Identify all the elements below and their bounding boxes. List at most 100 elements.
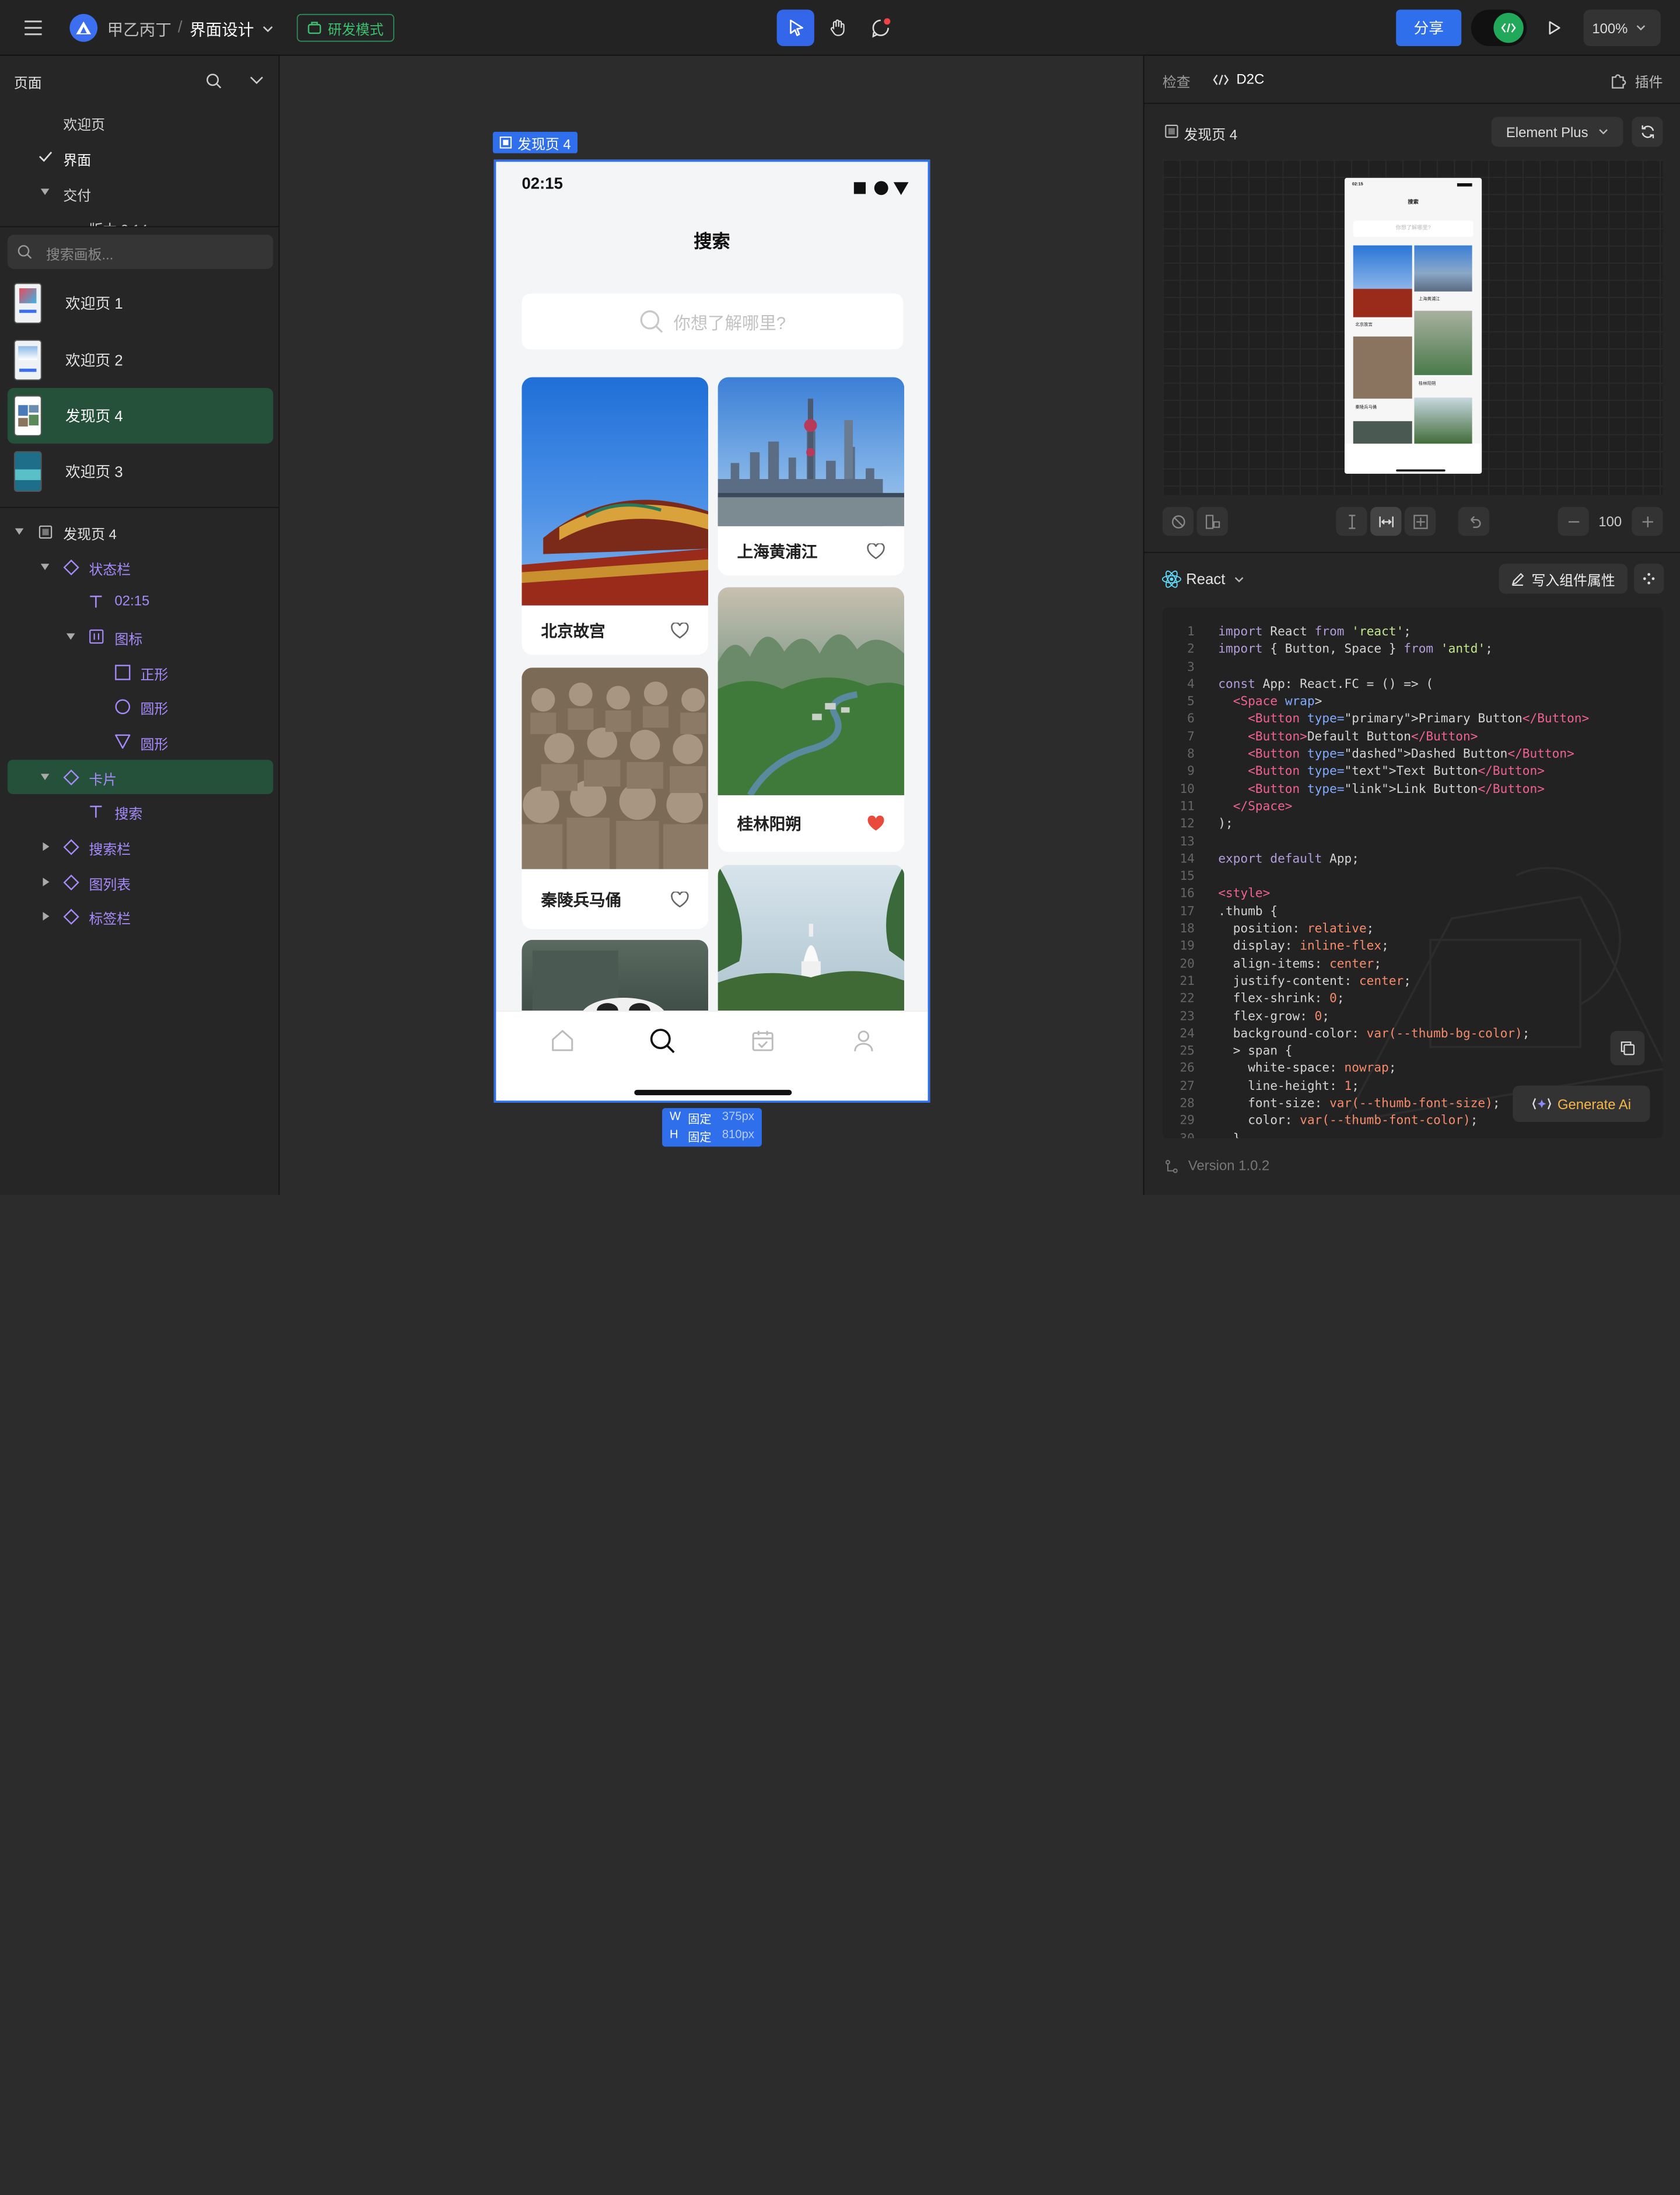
layer-row-discover-4[interactable]: 发现页 4: [0, 515, 279, 547]
breadcrumb-separator: /: [177, 18, 183, 37]
d2c-toggle[interactable]: [1471, 9, 1527, 46]
plugin-label[interactable]: 插件: [1635, 71, 1663, 91]
more-button[interactable]: [1633, 564, 1664, 594]
layer-row-image-list[interactable]: 图列表: [0, 866, 279, 898]
place-card[interactable]: 上海黄浦江: [718, 377, 905, 576]
dev-mode-button[interactable]: 研发模式: [296, 13, 394, 42]
place-card[interactable]: 桂林阳朔: [718, 587, 905, 852]
home-icon[interactable]: [548, 1027, 576, 1055]
preview-canvas[interactable]: 02:15 搜索 你想了解哪里? 北京故宫 上海黄浦江 秦陵兵马俑 桂林阳朔: [1162, 159, 1663, 495]
page-item-interface[interactable]: 界面: [63, 149, 91, 169]
dots-icon: [1643, 572, 1656, 585]
frame-label-tag[interactable]: 发现页 4: [492, 131, 578, 153]
mini-time: 02:15: [1352, 181, 1363, 187]
code-editor[interactable]: 1 import React from 'react'; 2 import { But…: [1162, 607, 1663, 1138]
caret-right-icon[interactable]: [40, 876, 52, 889]
refresh-button[interactable]: [1632, 117, 1663, 147]
board-item-welcome-3[interactable]: 欢迎页 3: [8, 443, 274, 499]
board-search-placeholder: 搜索画板...: [46, 246, 114, 263]
page-item-welcome[interactable]: 欢迎页: [63, 114, 105, 134]
text-cursor-button[interactable]: [1336, 506, 1367, 536]
layer-row-card[interactable]: 卡片: [7, 760, 274, 794]
phone-frame[interactable]: 02:15 搜索 你想了解哪里? 北京故宫 上海黄浦江 秦陵兵马俑 桂林阳朔: [494, 159, 930, 1103]
place-photo: [522, 377, 709, 606]
component-icon: [62, 908, 79, 925]
hand-tool-icon[interactable]: [823, 13, 853, 43]
zoom-in-button[interactable]: [1632, 506, 1663, 536]
caret-down-icon[interactable]: [38, 561, 51, 574]
place-card[interactable]: [718, 865, 905, 1026]
layer-row-triangle[interactable]: 圆形: [0, 725, 279, 757]
layer-row-search-text[interactable]: 搜索: [0, 795, 279, 827]
undo-button[interactable]: [1458, 506, 1490, 536]
caret-down-icon[interactable]: [64, 630, 77, 643]
team-name[interactable]: 甲乙丙丁: [107, 18, 172, 41]
project-name[interactable]: 界面设计: [190, 18, 254, 41]
fit-width-button[interactable]: [1370, 506, 1402, 536]
place-card[interactable]: 秦陵兵马俑: [522, 667, 709, 929]
layer-row-icons[interactable]: 图标: [0, 620, 279, 652]
caret-right-icon[interactable]: [40, 910, 52, 922]
center-button[interactable]: [1404, 506, 1436, 536]
caret-down-icon[interactable]: [38, 771, 51, 784]
chevron-down-icon[interactable]: [260, 22, 275, 37]
chevron-down-icon[interactable]: [1232, 574, 1245, 586]
board-item-welcome-1[interactable]: 欢迎页 1: [8, 275, 274, 331]
preview-zoom-value[interactable]: 100: [1598, 513, 1622, 530]
cursor-tool-icon[interactable]: [776, 9, 814, 46]
mini-status-icons: [1457, 183, 1472, 187]
zoom-select[interactable]: 100%: [1583, 9, 1661, 46]
calendar-icon[interactable]: [749, 1027, 777, 1055]
tab-d2c[interactable]: D2C: [1237, 71, 1265, 87]
play-icon[interactable]: [1539, 13, 1569, 43]
page-item-delivery[interactable]: 交付: [63, 184, 91, 205]
layer-row-square[interactable]: 正形: [0, 656, 279, 688]
layer-row-status-bar[interactable]: 状态栏: [0, 551, 279, 583]
menu-icon[interactable]: [19, 15, 47, 41]
layer-row-time-text[interactable]: 02:15: [0, 585, 279, 617]
place-card[interactable]: 北京故宫: [522, 377, 709, 655]
heart-outline-icon[interactable]: [671, 622, 689, 638]
board-item-welcome-2[interactable]: 欢迎页 2: [8, 332, 274, 388]
team-logo-icon[interactable]: [69, 13, 98, 42]
plugin-icon[interactable]: [1609, 71, 1629, 90]
page-item-version[interactable]: 版本 2.14: [89, 219, 148, 226]
layer-label: 卡片: [89, 771, 117, 788]
board-search-input[interactable]: 搜索画板...: [7, 235, 274, 270]
search-icon[interactable]: [647, 1026, 677, 1055]
heart-outline-icon[interactable]: [671, 891, 689, 907]
zoom-out-button[interactable]: [1558, 506, 1589, 536]
disable-button[interactable]: [1162, 506, 1194, 536]
copy-icon: [1620, 1040, 1635, 1055]
code-line: 8 <Button type="dashed">Dashed Button</B…: [1163, 746, 1663, 763]
code-line: 23 flex-grow: 0;: [1163, 1008, 1663, 1025]
generate-ai-button[interactable]: Generate Ai: [1513, 1085, 1650, 1123]
search-bar[interactable]: 你想了解哪里?: [522, 293, 904, 349]
collapse-icon[interactable]: [244, 69, 268, 92]
library-select[interactable]: Element Plus: [1491, 117, 1623, 147]
component-toggle-button[interactable]: [1196, 506, 1228, 536]
code-line: 22 flex-shrink: 0;: [1163, 991, 1663, 1008]
mini-home-indicator: [1396, 469, 1446, 472]
layer-row-search-bar[interactable]: 搜索栏: [0, 830, 279, 862]
divider: [0, 226, 280, 228]
search-icon[interactable]: [201, 69, 225, 92]
caret-down-icon[interactable]: [13, 525, 26, 538]
tab-inspect[interactable]: 检查: [1163, 71, 1191, 91]
heart-outline-icon[interactable]: [867, 543, 885, 559]
share-button[interactable]: 分享: [1396, 9, 1462, 46]
code-icon: [1212, 72, 1228, 87]
heart-filled-icon[interactable]: [867, 815, 885, 832]
caret-down-icon[interactable]: [38, 186, 51, 198]
caret-right-icon[interactable]: [40, 840, 52, 853]
profile-icon[interactable]: [850, 1027, 878, 1055]
layer-row-circle[interactable]: 圆形: [0, 690, 279, 722]
board-item-discover-4[interactable]: 发现页 4: [7, 387, 274, 444]
write-props-button[interactable]: 写入组件属性: [1499, 564, 1628, 594]
framework-select[interactable]: React: [1186, 570, 1225, 587]
layer-row-tab-bar[interactable]: 标签栏: [0, 900, 279, 932]
comment-tool-icon[interactable]: [866, 13, 895, 43]
code-text: position: relative;: [1218, 920, 1374, 936]
copy-button[interactable]: [1610, 1030, 1645, 1065]
code-text: <Space wrap>: [1233, 693, 1322, 709]
